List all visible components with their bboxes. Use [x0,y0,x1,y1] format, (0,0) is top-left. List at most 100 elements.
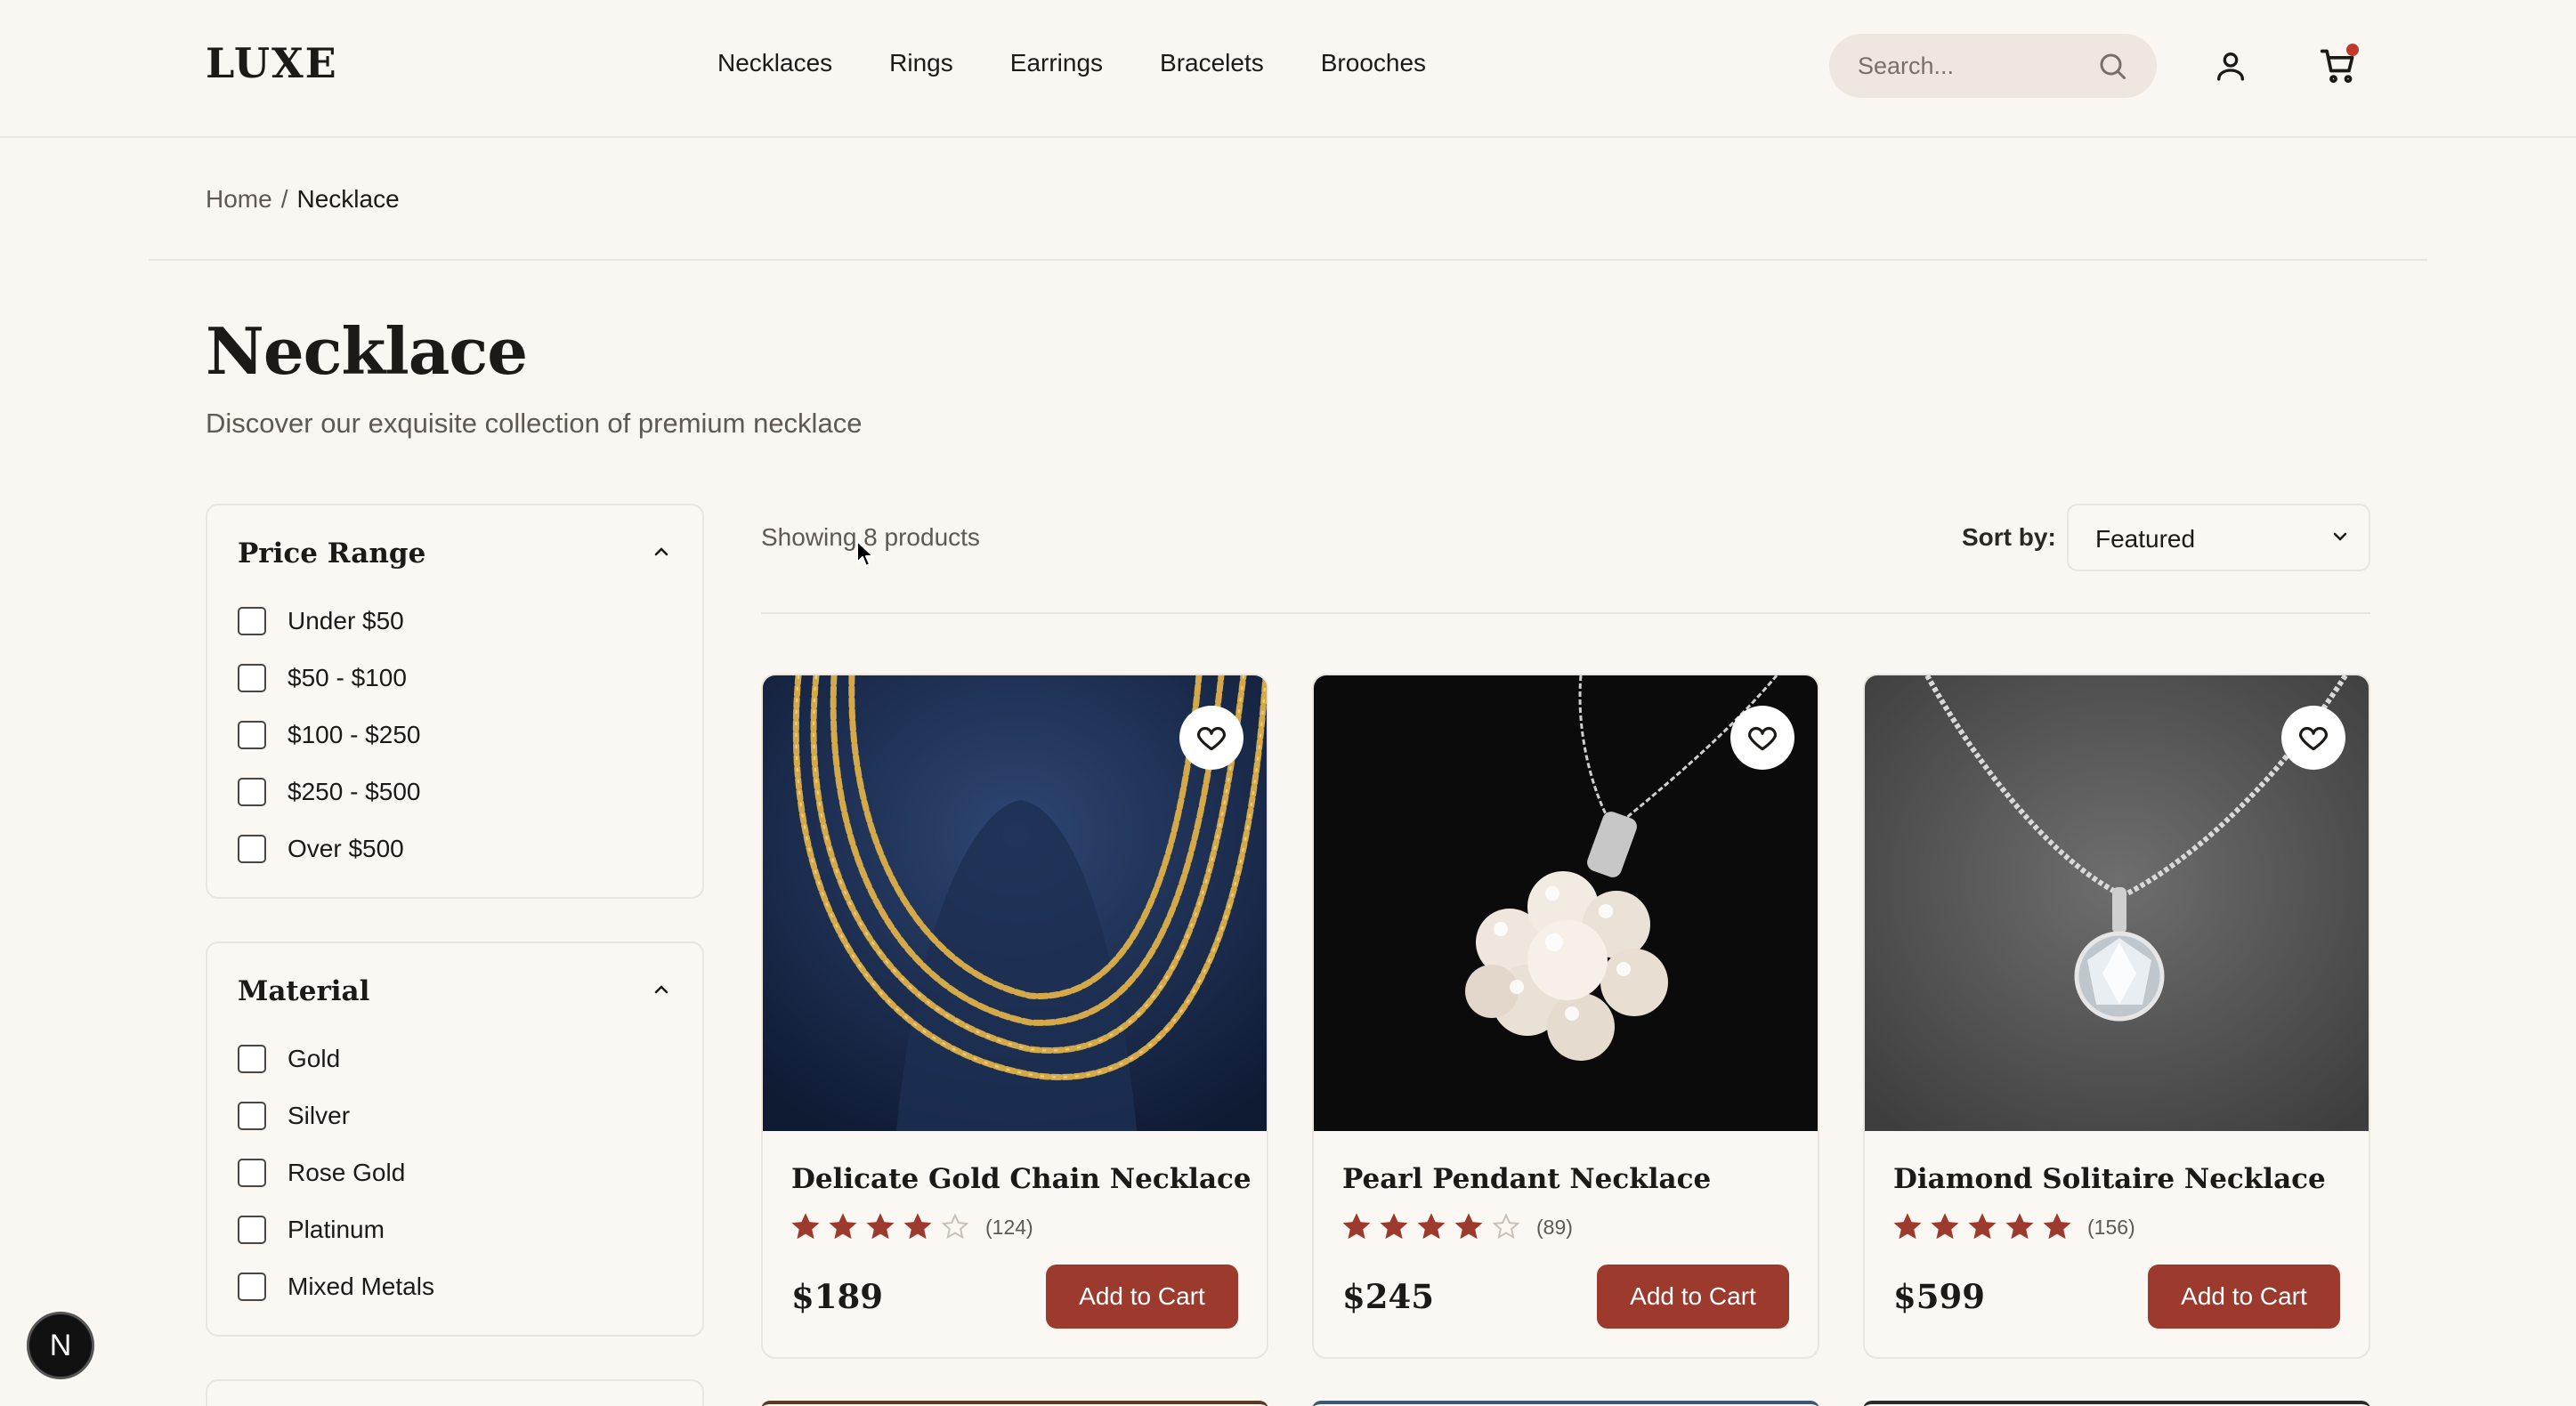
filter-option[interactable]: $100 - $250 [238,721,420,749]
star-filled-icon [1380,1213,1408,1240]
main-nav: Necklaces Rings Earrings Bracelets Brooc… [717,49,1426,77]
product-price: $599 [1893,1277,1985,1316]
product-image[interactable] [1314,675,1818,1131]
filter-option[interactable]: Over $500 [238,835,404,863]
search-box [1829,34,2157,98]
add-to-cart-button[interactable]: Add to Cart [1046,1265,1238,1329]
nav-brooches[interactable]: Brooches [1321,49,1426,77]
option-label: $100 - $250 [288,721,421,748]
review-count: (124) [985,1215,1033,1239]
breadcrumb-separator: / [280,185,288,213]
next-filter-panel [206,1379,704,1406]
checkbox[interactable] [238,1159,266,1187]
option-label: Gold [288,1045,341,1072]
star-filled-icon [903,1213,932,1240]
checkbox[interactable] [238,1045,266,1073]
nav-rings[interactable]: Rings [889,49,953,77]
product-card[interactable]: Delicate Gold Chain Necklace (124) $189 … [761,674,1268,1359]
site-header: LUXE Necklaces Rings Earrings Bracelets … [0,0,2576,138]
star-filled-icon [1454,1213,1483,1240]
cart-icon[interactable] [2316,44,2361,88]
star-filled-icon [1931,1213,1959,1240]
checkbox[interactable] [238,607,266,635]
checkbox[interactable] [238,664,266,692]
add-to-cart-button[interactable]: Add to Cart [2148,1265,2340,1329]
product-card-next-row [1312,1401,1819,1406]
filter-title: Material [238,975,370,1007]
product-image[interactable] [1865,675,2369,1131]
option-label: Silver [288,1102,351,1129]
star-filled-icon [829,1213,857,1240]
rating: (156) [1893,1213,2135,1241]
product-name[interactable]: Diamond Solitaire Necklace [1893,1163,2326,1195]
checkbox[interactable] [238,1273,266,1301]
product-image[interactable] [763,675,1267,1131]
sort-label: Sort by: [1962,523,2056,551]
wishlist-button[interactable] [1730,706,1794,770]
filter-option[interactable]: Platinum [238,1216,385,1244]
filter-option[interactable]: Mixed Metals [238,1273,434,1301]
star-filled-icon [1968,1213,1997,1240]
star-filled-icon [1893,1213,1922,1240]
filter-option[interactable]: Gold [238,1045,340,1073]
wishlist-button[interactable] [2281,706,2345,770]
nav-bracelets[interactable]: Bracelets [1160,49,1264,77]
add-to-cart-button[interactable]: Add to Cart [1597,1265,1789,1329]
star-empty-icon [1492,1213,1520,1240]
star-filled-icon [2005,1213,2034,1240]
product-price: $189 [791,1277,883,1316]
user-icon[interactable] [2208,44,2253,88]
product-card-next-row [1863,1401,2370,1406]
product-card[interactable]: Pearl Pendant Necklace (89) $245 Add to … [1312,674,1819,1359]
mouse-cursor-icon [856,540,874,567]
page-subtitle: Discover our exquisite collection of pre… [206,408,863,439]
filter-title: Price Range [238,537,426,570]
checkbox[interactable] [238,1216,266,1244]
dev-tools-badge[interactable]: N [27,1312,94,1379]
option-label: Rose Gold [288,1159,406,1186]
sort-select[interactable]: Featured [2067,504,2370,571]
chevron-up-icon[interactable] [651,982,672,1001]
price-range-filter: Price Range Under $50 $50 - $100 $100 - … [206,504,704,899]
product-card[interactable]: Diamond Solitaire Necklace (156) $599 Ad… [1863,674,2370,1359]
star-filled-icon [1342,1213,1371,1240]
checkbox[interactable] [238,778,266,806]
star-empty-icon [941,1213,969,1240]
filter-option[interactable]: Under $50 [238,607,404,635]
filter-option[interactable]: Silver [238,1102,350,1130]
option-label: Platinum [288,1216,385,1243]
breadcrumb-home[interactable]: Home [206,185,272,214]
nav-earrings[interactable]: Earrings [1010,49,1103,77]
rating: (89) [1342,1213,1573,1241]
option-label: Under $50 [288,607,404,634]
review-count: (89) [1536,1215,1573,1239]
review-count: (156) [2087,1215,2135,1239]
product-price: $245 [1342,1277,1434,1316]
filter-option[interactable]: Rose Gold [238,1159,405,1187]
checkbox[interactable] [238,721,266,749]
heart-icon [2299,726,2328,751]
nav-necklaces[interactable]: Necklaces [717,49,832,77]
breadcrumb-current: Necklace [296,185,400,213]
material-filter: Material Gold Silver Rose Gold Platinum … [206,941,704,1337]
search-input[interactable] [1858,50,2089,82]
option-label: $250 - $500 [288,778,421,805]
filter-option[interactable]: $250 - $500 [238,778,420,806]
page-title: Necklace [206,313,528,389]
wishlist-button[interactable] [1179,706,1243,770]
checkbox[interactable] [238,835,266,863]
chevron-up-icon[interactable] [651,545,672,563]
star-filled-icon [2043,1213,2071,1240]
divider [761,612,2370,614]
cart-notification-dot [2346,44,2359,56]
divider [149,259,2427,261]
product-name[interactable]: Delicate Gold Chain Necklace [791,1163,1252,1195]
brand-logo[interactable]: LUXE [206,39,338,87]
star-filled-icon [866,1213,895,1240]
checkbox[interactable] [238,1102,266,1130]
heart-icon [1197,726,1226,751]
search-icon[interactable] [2096,50,2128,86]
product-name[interactable]: Pearl Pendant Necklace [1342,1163,1711,1195]
filter-option[interactable]: $50 - $100 [238,664,407,692]
option-label: Over $500 [288,835,404,862]
